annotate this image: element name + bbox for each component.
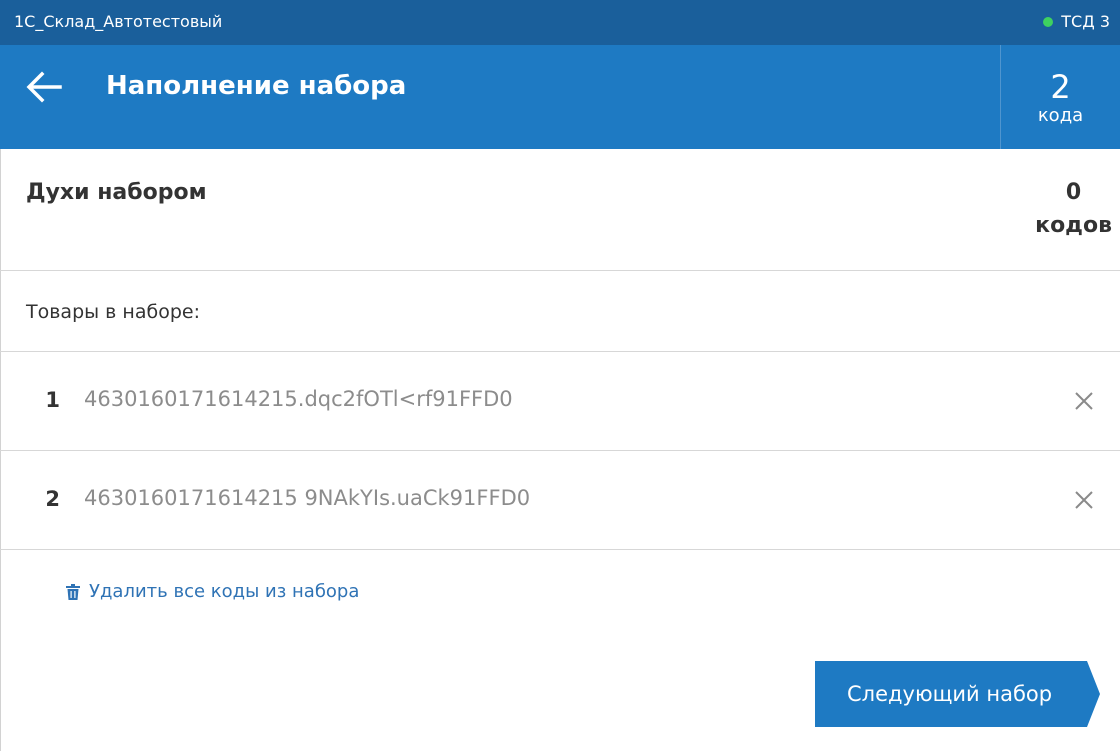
delete-all-codes-label: Удалить все коды из набора xyxy=(89,581,360,602)
arrow-left-icon xyxy=(26,71,62,103)
device-label: ТСД 3 xyxy=(1061,12,1110,31)
product-count: 0 кодов xyxy=(1035,180,1112,241)
section-label: Товары в наборе: xyxy=(26,301,200,323)
code-row: 1 4630160171614215.dqc2fOTl<rf91FFD0 xyxy=(0,352,1120,451)
code-value: 4630160171614215 9NAkYIs.uaCk91FFD0 xyxy=(84,486,531,510)
product-name: Духи набором xyxy=(26,180,207,205)
online-status-icon xyxy=(1043,16,1054,27)
top-status-bar: 1С_Склад_Автотестовый ТСД 3 xyxy=(0,0,1120,45)
next-set-label: Следующий набор xyxy=(847,682,1053,706)
counter-value: 2 xyxy=(1050,68,1071,106)
close-icon xyxy=(1075,491,1093,509)
codes-counter: 2 кода xyxy=(1001,45,1120,149)
counter-unit: кода xyxy=(1037,105,1084,126)
close-icon xyxy=(1075,392,1093,410)
remove-code-button[interactable] xyxy=(1074,490,1094,510)
page-title: Наполнение набора xyxy=(106,71,407,101)
code-value: 4630160171614215.dqc2fOTl<rf91FFD0 xyxy=(84,387,513,411)
page-header: Наполнение набора 2 кода xyxy=(0,45,1120,149)
remove-code-button[interactable] xyxy=(1074,391,1094,411)
code-row: 2 4630160171614215 9NAkYIs.uaCk91FFD0 xyxy=(0,451,1120,550)
delete-all-codes-link[interactable]: Удалить все коды из набора xyxy=(66,581,359,602)
product-count-unit: кодов xyxy=(1035,213,1112,238)
code-index: 2 xyxy=(45,487,60,511)
app-title: 1С_Склад_Автотестовый xyxy=(14,12,223,31)
back-button[interactable] xyxy=(22,65,68,111)
next-set-button[interactable]: Следующий набор xyxy=(815,661,1100,727)
code-index: 1 xyxy=(45,388,60,412)
section-header: Товары в наборе: xyxy=(0,271,1120,352)
product-row: Духи набором 0 кодов xyxy=(0,149,1120,271)
device-status: ТСД 3 xyxy=(1043,12,1110,31)
product-count-value: 0 xyxy=(1065,180,1082,205)
trash-icon xyxy=(66,583,80,600)
